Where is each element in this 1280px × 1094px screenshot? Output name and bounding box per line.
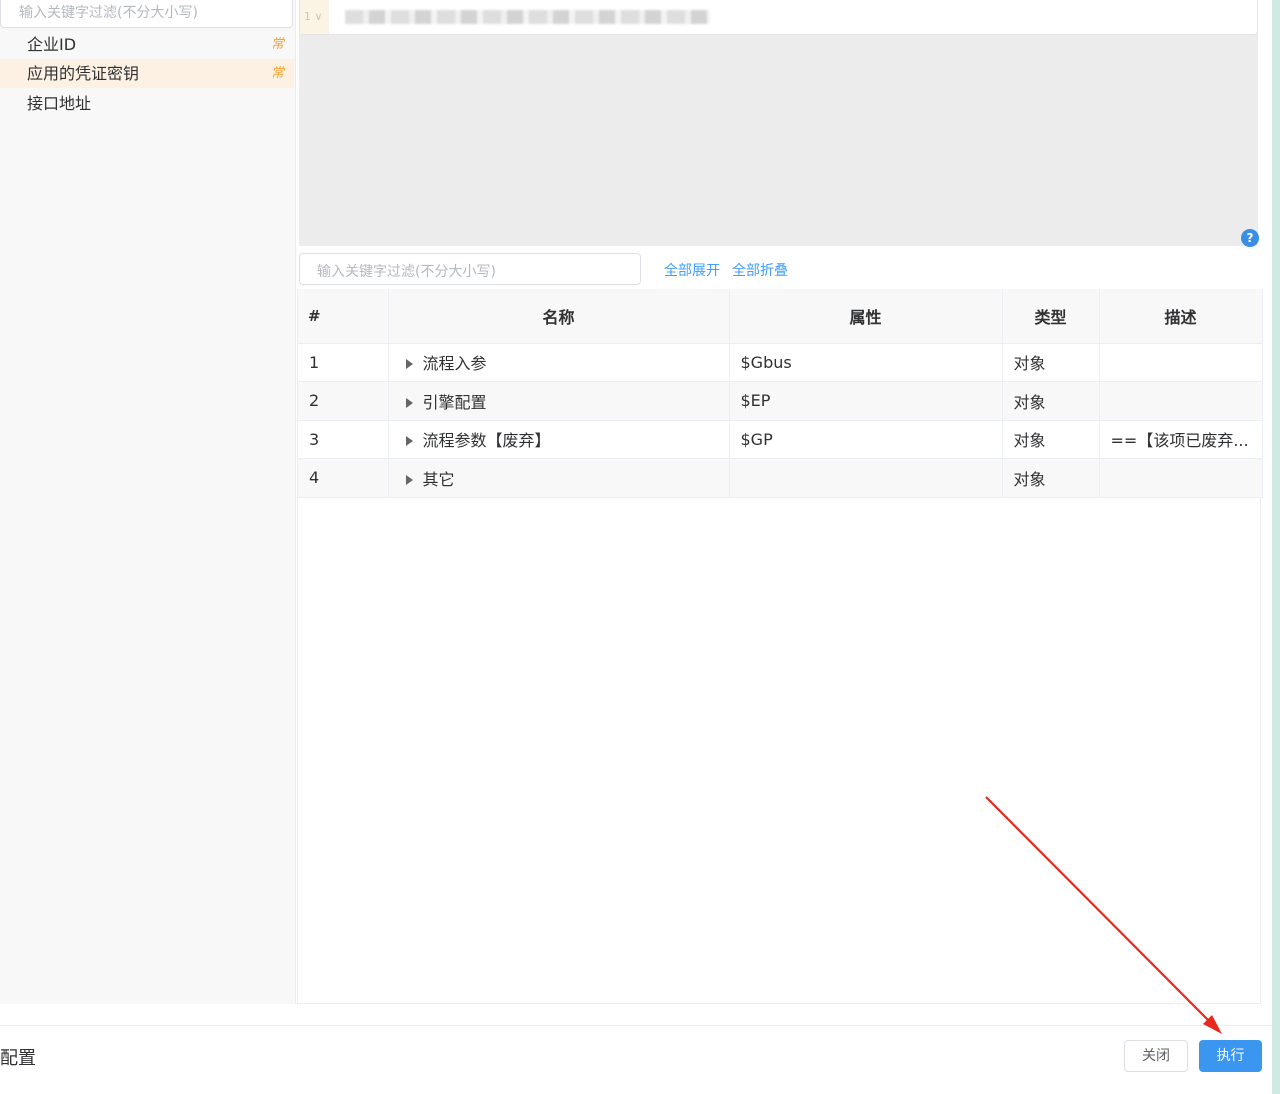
row-name-label: 其它 — [422, 469, 455, 489]
editor-line[interactable]: 1 ∨ — [299, 0, 1258, 35]
constant-badge: 常 — [270, 37, 284, 52]
caret-right-icon[interactable] — [405, 474, 413, 485]
cell-attr: $EP — [729, 381, 1003, 421]
cell-num: 2 — [298, 381, 389, 421]
caret-right-icon[interactable] — [405, 436, 413, 447]
redacted-code — [345, 10, 710, 24]
cell-desc — [1099, 343, 1263, 382]
constant-badge: 常 — [270, 66, 284, 81]
help-icon[interactable]: ? — [1241, 229, 1259, 247]
footer-divider — [0, 1025, 1272, 1026]
sidebar-item-app-secret[interactable]: 应用的凭证密钥 常 — [0, 59, 294, 88]
code-editor[interactable]: 1 ∨ — [299, 0, 1258, 246]
sidebar-item-label: 应用的凭证密钥 — [27, 64, 140, 83]
cell-attr: $GP — [729, 420, 1003, 459]
table-header-row: # 名称 属性 类型 描述 — [298, 289, 1263, 344]
sidebar-item-label: 企业ID — [27, 35, 77, 54]
sidebar-item-enterprise-id[interactable]: 企业ID 常 — [0, 30, 294, 59]
column-header-name[interactable]: 名称 — [388, 289, 730, 344]
column-header-type[interactable]: 类型 — [1002, 289, 1100, 344]
expand-all-button[interactable]: 全部展开 — [664, 260, 720, 280]
footer-title: 配置 — [0, 1048, 36, 1069]
cell-type: 对象 — [1002, 343, 1100, 382]
line-number-gutter: 1 ∨ — [300, 0, 329, 34]
cell-type: 对象 — [1002, 381, 1100, 421]
variable-sidebar: 输入关键字过滤(不分大小写) 企业ID 常 应用的凭证密钥 常 接口地址 — [0, 0, 296, 1004]
table-row[interactable]: 1 流程入参 $Gbus 对象 — [298, 343, 1263, 382]
sidebar-item-label: 接口地址 — [27, 94, 92, 113]
row-name-label: 流程参数【废弃】 — [422, 431, 551, 451]
cell-num: 4 — [298, 458, 389, 498]
cell-name[interactable]: 其它 — [388, 458, 730, 498]
cell-type: 对象 — [1002, 458, 1100, 498]
sidebar-search-input[interactable]: 输入关键字过滤(不分大小写) — [0, 0, 293, 28]
cell-desc — [1099, 458, 1263, 498]
sidebar-item-api-url[interactable]: 接口地址 — [0, 89, 294, 118]
table-row[interactable]: 4 其它 对象 — [298, 458, 1263, 498]
caret-right-icon[interactable] — [405, 359, 413, 370]
row-name-label: 流程入参 — [422, 354, 487, 374]
column-header-num: # — [298, 289, 389, 344]
cell-num: 1 — [298, 343, 389, 382]
cell-attr — [729, 458, 1003, 498]
variable-table: # 名称 属性 类型 描述 1 流程入参 $Gbus 对象 2 引擎配置 $EP… — [297, 289, 1263, 1004]
fold-chevron-icon[interactable]: ∨ — [315, 10, 323, 23]
cell-desc — [1099, 381, 1263, 421]
row-name-label: 引擎配置 — [422, 392, 487, 412]
table-search-input[interactable]: 输入关键字过滤(不分大小写) — [299, 253, 641, 285]
cell-num: 3 — [298, 420, 389, 459]
column-header-attr[interactable]: 属性 — [729, 289, 1003, 344]
cell-attr: $Gbus — [729, 343, 1003, 382]
table-row[interactable]: 2 引擎配置 $EP 对象 — [298, 381, 1263, 421]
cell-name[interactable]: 流程参数【废弃】 — [388, 420, 730, 459]
collapse-all-button[interactable]: 全部折叠 — [732, 260, 788, 280]
window-edge — [1272, 0, 1280, 1094]
close-button[interactable]: 关闭 — [1124, 1040, 1188, 1072]
cell-type: 对象 — [1002, 420, 1100, 459]
cell-name[interactable]: 引擎配置 — [388, 381, 730, 421]
column-header-desc[interactable]: 描述 — [1099, 289, 1263, 344]
cell-desc: ==【该项已废弃... — [1099, 420, 1263, 459]
line-number: 1 — [304, 10, 311, 23]
cell-name[interactable]: 流程入参 — [388, 343, 730, 382]
run-button[interactable]: 执行 — [1199, 1040, 1262, 1072]
table-row[interactable]: 3 流程参数【废弃】 $GP 对象 ==【该项已废弃... — [298, 420, 1263, 459]
caret-right-icon[interactable] — [405, 397, 413, 408]
